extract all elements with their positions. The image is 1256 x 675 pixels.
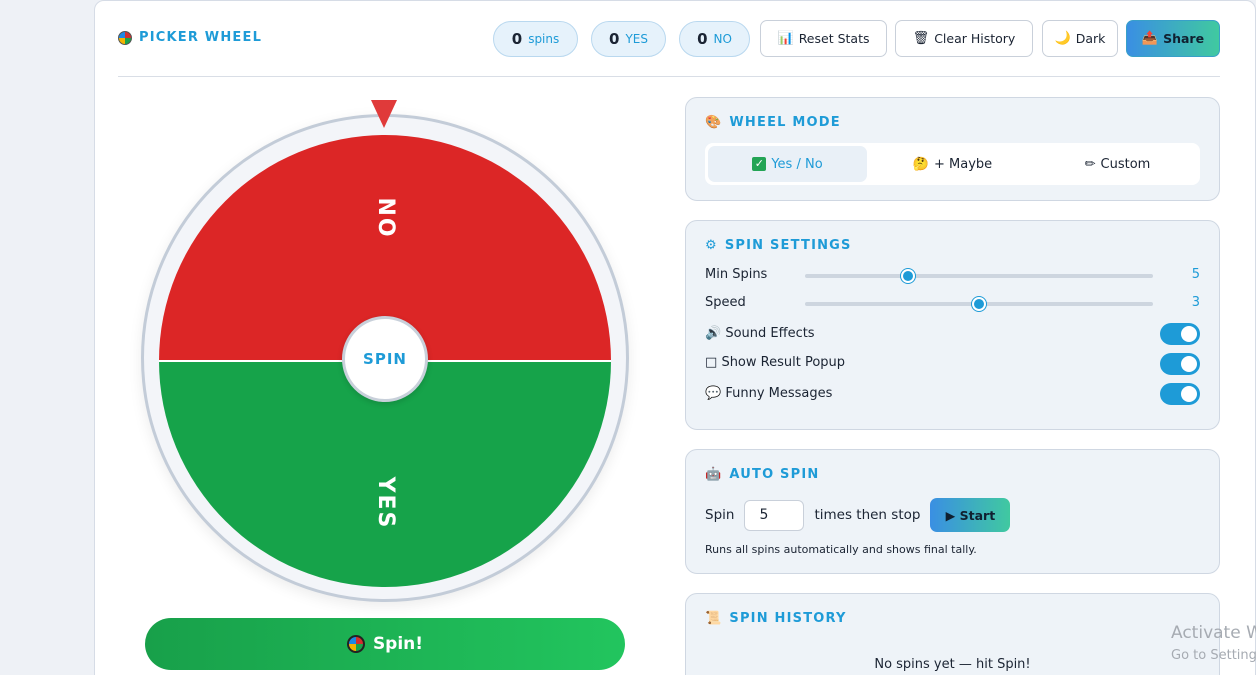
moon-icon: 🌙: [1054, 31, 1071, 46]
spin-button[interactable]: Spin!: [145, 618, 625, 670]
toggle-knob: [1181, 326, 1197, 342]
no-label: NO: [713, 32, 732, 46]
mode-maybe[interactable]: 🤔 + Maybe: [873, 146, 1032, 182]
no-count: 0: [697, 30, 708, 48]
wheel-icon: [346, 635, 365, 653]
pencil-icon: ✏: [1084, 156, 1096, 172]
wheel-icon: [118, 30, 132, 45]
wheel-mode-header: 🎨 WHEEL MODE: [705, 115, 841, 130]
wheel-label-no: NO: [373, 197, 398, 238]
spin-history-header: 📜 SPIN HISTORY: [705, 611, 847, 626]
thinking-face-icon: 🤔: [912, 156, 930, 172]
dark-mode-label: Dark: [1075, 31, 1106, 46]
auto-spin-prefix: Spin: [705, 507, 735, 523]
activation-watermark-subtitle: Go to Setting: [1171, 648, 1256, 663]
wheel-label-yes: YES: [373, 476, 398, 530]
wheel-center-spin-button[interactable]: SPIN: [342, 316, 428, 402]
spin-settings-panel: ⚙ SPIN SETTINGS Min Spins 5 Speed 3 🔊 So…: [685, 220, 1220, 430]
auto-spin-count-input[interactable]: 5: [744, 499, 805, 531]
activation-watermark-title: Activate W: [1171, 623, 1256, 643]
auto-spin-title: AUTO SPIN: [729, 467, 820, 482]
min-spins-label: Min Spins: [705, 267, 768, 282]
spin-history-title: SPIN HISTORY: [729, 611, 847, 626]
mode-custom[interactable]: ✏ Custom: [1038, 146, 1197, 182]
auto-spin-panel: 🤖 AUTO SPIN Spin 5 times then stop ▶ Sta…: [685, 449, 1220, 574]
share-button[interactable]: 📤 Share: [1126, 20, 1220, 57]
reset-stats-label: Reset Stats: [798, 31, 870, 46]
speed-value: 3: [1191, 295, 1200, 310]
mode-label: Yes / No: [771, 156, 823, 172]
spins-counter: 0 spins: [493, 21, 578, 57]
chart-icon: 📊: [777, 31, 794, 46]
min-spins-value: 5: [1191, 267, 1200, 282]
mode-label: + Maybe: [934, 156, 993, 172]
speed-label: Speed: [705, 295, 746, 310]
wheel-mode-panel: 🎨 WHEEL MODE ✓ Yes / No 🤔 + Maybe ✏ Cust…: [685, 97, 1220, 201]
scroll-icon: 📜: [705, 611, 723, 626]
auto-spin-header: 🤖 AUTO SPIN: [705, 467, 819, 482]
robot-icon: 🤖: [705, 467, 723, 482]
header-divider: [118, 76, 1220, 77]
spin-button-label: Spin!: [372, 634, 424, 654]
yes-counter: 0 YES: [591, 21, 666, 57]
show-result-popup-toggle[interactable]: [1160, 353, 1200, 375]
slider-thumb[interactable]: [972, 297, 986, 311]
reset-stats-button[interactable]: 📊 Reset Stats: [760, 20, 887, 57]
toggle-knob: [1181, 356, 1197, 372]
slider-thumb[interactable]: [901, 269, 915, 283]
auto-spin-hint: Runs all spins automatically and shows f…: [705, 543, 977, 556]
brand-title: PICKER WHEEL: [139, 30, 263, 45]
min-spins-slider[interactable]: [805, 269, 1153, 283]
sound-effects-toggle[interactable]: [1160, 323, 1200, 345]
clear-history-button[interactable]: 🗑 Clear History: [895, 20, 1033, 57]
sound-effects-label: 🔊 Sound Effects: [705, 326, 815, 341]
clear-history-label: Clear History: [934, 31, 1016, 46]
spins-label: spins: [528, 32, 560, 46]
dark-mode-button[interactable]: 🌙 Dark: [1042, 20, 1118, 57]
auto-spin-start-button[interactable]: ▶ Start: [930, 498, 1011, 532]
auto-spin-suffix: times then stop: [814, 507, 921, 523]
share-label: Share: [1163, 31, 1205, 46]
share-icon: 📤: [1141, 31, 1159, 46]
speed-slider[interactable]: [805, 297, 1153, 311]
mode-label: Custom: [1100, 156, 1151, 172]
spin-settings-title: SPIN SETTINGS: [724, 238, 852, 253]
spin-settings-header: ⚙ SPIN SETTINGS: [705, 238, 852, 253]
mode-selector: ✓ Yes / No 🤔 + Maybe ✏ Custom: [705, 143, 1200, 185]
no-counter: 0 NO: [679, 21, 750, 57]
mode-yes-no[interactable]: ✓ Yes / No: [708, 146, 867, 182]
gear-icon: ⚙: [705, 238, 718, 253]
yes-count: 0: [609, 30, 620, 48]
show-result-popup-label: □ Show Result Popup: [705, 355, 846, 370]
wheel-mode-title: WHEEL MODE: [729, 115, 841, 130]
spins-count: 0: [511, 30, 523, 48]
history-empty-text: No spins yet — hit Spin!: [874, 657, 1031, 672]
funny-messages-label: 💬 Funny Messages: [705, 386, 833, 401]
speech-bubble-icon: 💬: [705, 386, 722, 401]
speaker-icon: 🔊: [705, 326, 722, 341]
yes-label: YES: [625, 32, 648, 46]
palette-icon: 🎨: [705, 115, 723, 130]
wheel-pointer: [371, 100, 397, 128]
popup-icon: □: [705, 355, 718, 370]
checkbox-icon: ✓: [752, 157, 767, 171]
spin-history-panel: 📜 SPIN HISTORY No spins yet — hit Spin!: [685, 593, 1220, 675]
toggle-knob: [1181, 386, 1197, 402]
auto-spin-row: Spin 5 times then stop ▶ Start: [705, 498, 1011, 532]
brand: PICKER WHEEL: [118, 30, 262, 45]
funny-messages-toggle[interactable]: [1160, 383, 1200, 405]
trash-icon: 🗑: [912, 31, 930, 46]
